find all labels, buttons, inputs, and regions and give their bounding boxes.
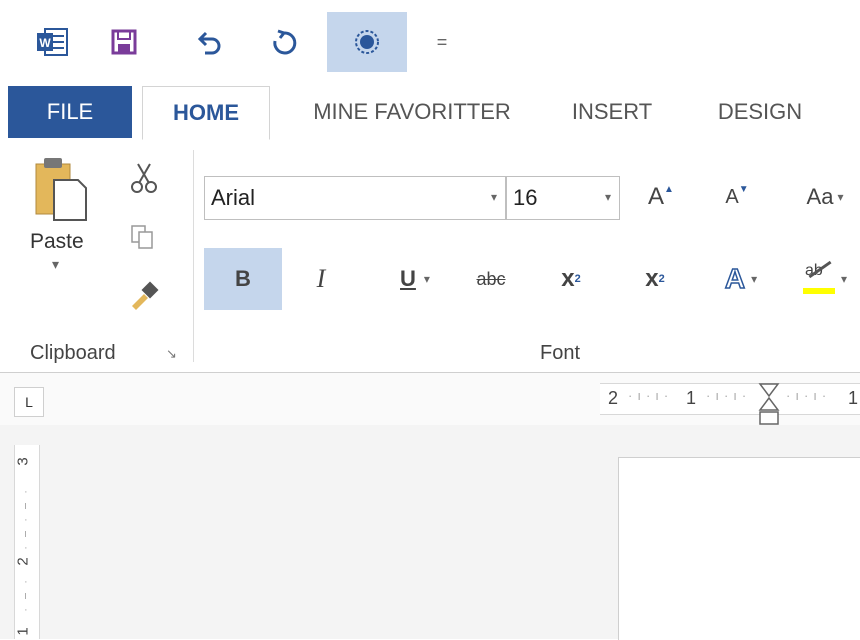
customize-toolbar-icon[interactable]: =	[420, 14, 464, 70]
paste-icon	[35, 158, 87, 221]
font-size-combo[interactable]: 16 ▾	[506, 176, 620, 220]
font-name-combo[interactable]: Arial ▾	[204, 176, 506, 220]
indent-marker-icon[interactable]	[758, 382, 780, 430]
group-separator	[193, 150, 194, 362]
tab-mine-favoritter[interactable]: MINE FAVORITTER	[292, 86, 532, 138]
quick-access-toolbar: W =	[0, 0, 860, 80]
vruler-label-2: 2	[14, 557, 32, 566]
grow-arrow-icon: ▲	[664, 183, 674, 195]
paste-label: Paste	[30, 230, 84, 253]
text-effects-button[interactable]: A ▾	[706, 248, 776, 310]
tab-selector[interactable]: L	[14, 387, 44, 417]
text-effects-dropdown-icon[interactable]: ▾	[751, 272, 757, 286]
tab-insert[interactable]: INSERT	[556, 86, 668, 138]
svg-text:W: W	[39, 36, 51, 50]
vruler-label-1: 1	[14, 627, 32, 636]
ribbon-tabs: FILE HOME MINE FAVORITTER INSERT DESIGN	[0, 80, 860, 141]
redo-icon[interactable]	[262, 14, 306, 70]
shrink-arrow-icon: ▼	[738, 183, 749, 195]
horizontal-ruler[interactable]: 2 ·ı·ı· 1 ·ı·ı· ·ı·ı· 1	[600, 383, 860, 425]
change-case-label: Aa	[806, 184, 834, 209]
subscript-mark: 2	[574, 273, 581, 285]
underline-button[interactable]: U ▾	[380, 248, 450, 310]
highlight-icon: ab	[802, 260, 837, 296]
tab-home[interactable]: HOME	[142, 86, 270, 140]
subscript-label: x	[561, 265, 575, 292]
shrink-font-label: A	[725, 185, 739, 208]
document-workspace: 3 · ı · ı · 2 · ı · 1	[0, 425, 860, 640]
highlight-button[interactable]: ab ▾	[790, 248, 860, 310]
bold-button[interactable]: B	[204, 248, 282, 310]
vertical-ruler[interactable]: 3 · ı · ı · 2 · ı · 1	[14, 445, 40, 639]
ruler-label-2: 2	[608, 388, 619, 408]
copy-icon[interactable]	[128, 222, 158, 252]
ribbon-home: Paste ▾ Clipboard ↘ Arial ▾ 16 ▾ A ▲ A ▼…	[0, 140, 860, 373]
clipboard-launcher-icon[interactable]: ↘	[166, 346, 177, 362]
cut-icon[interactable]	[126, 160, 162, 196]
underline-label: U	[400, 266, 416, 291]
ruler-ticks-2: ·ı·ı·	[706, 388, 752, 403]
font-size-dropdown-icon[interactable]: ▾	[605, 190, 611, 204]
superscript-button[interactable]: x 2	[620, 248, 690, 310]
ruler-label-1b: 1	[848, 388, 859, 408]
change-case-dropdown-icon[interactable]: ▾	[837, 190, 843, 204]
paste-dropdown-arrow[interactable]: ▾	[52, 256, 59, 273]
text-effects-icon: A	[724, 262, 746, 295]
ruler-row: L 2 ·ı·ı· 1 ·ı·ı· ·ı·ı· 1	[0, 373, 860, 425]
paste-button[interactable]: Paste ▾	[30, 154, 90, 304]
save-icon[interactable]	[102, 14, 146, 70]
grow-font-button[interactable]: A ▲	[626, 166, 696, 228]
superscript-mark: 2	[658, 273, 665, 285]
word-logo-icon[interactable]: W	[30, 14, 74, 70]
vruler-label-3: 3	[14, 457, 32, 466]
format-painter-icon[interactable]	[126, 276, 162, 312]
subscript-button[interactable]: x 2	[536, 248, 606, 310]
ruler-ticks: ·ı·ı·	[628, 388, 674, 403]
vruler-ticks: · ı · ı ·	[24, 486, 28, 554]
tab-design[interactable]: DESIGN	[700, 86, 820, 138]
font-size-value: 16	[513, 185, 538, 210]
underline-dropdown-icon[interactable]: ▾	[424, 272, 430, 286]
font-group-label: Font	[540, 342, 581, 364]
change-case-button[interactable]: Aa ▾	[790, 166, 860, 228]
ruler-label-1: 1	[686, 388, 697, 408]
ruler-ticks-3: ·ı·ı·	[786, 388, 832, 403]
undo-icon[interactable]	[186, 14, 230, 70]
superscript-label: x	[645, 265, 659, 292]
shrink-font-button[interactable]: A ▼	[702, 166, 772, 228]
touch-mode-icon[interactable]	[327, 12, 407, 72]
highlight-dropdown-icon[interactable]: ▾	[841, 272, 847, 286]
font-name-value: Arial	[211, 185, 256, 210]
grow-font-label: A	[648, 183, 665, 210]
clipboard-group-label: Clipboard	[30, 342, 116, 364]
font-name-dropdown-icon[interactable]: ▾	[491, 190, 497, 204]
tab-file[interactable]: FILE	[8, 86, 132, 138]
italic-button[interactable]: I	[286, 248, 356, 310]
strikethrough-button[interactable]: abc	[456, 248, 526, 310]
document-page[interactable]	[618, 457, 860, 640]
vruler-ticks-2: · ı ·	[24, 576, 28, 616]
